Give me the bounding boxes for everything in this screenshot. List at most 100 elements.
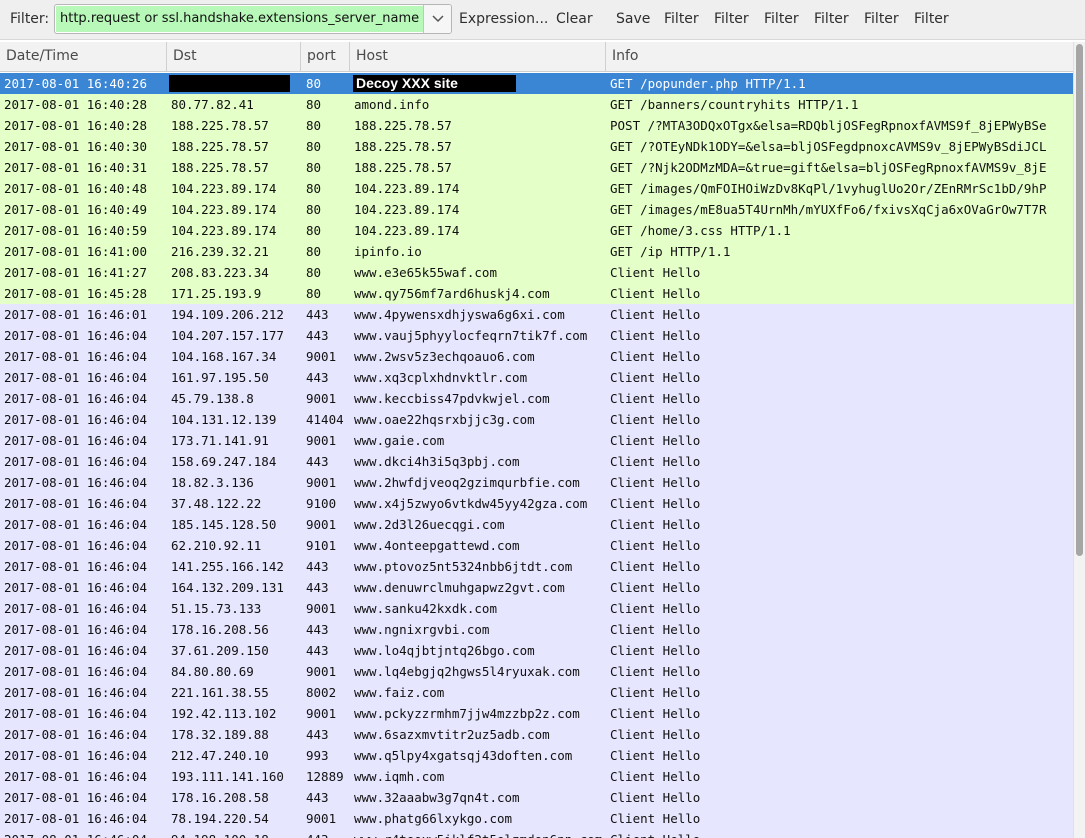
cell-port: 443 bbox=[306, 307, 329, 322]
cell-info: GET /home/3.css HTTP/1.1 bbox=[610, 223, 791, 238]
cell-host: www.e3e65k55waf.com bbox=[354, 265, 497, 280]
table-row[interactable]: 2017-08-01 16:41:00 216.239.32.21 80 ipinfo… bbox=[0, 241, 1073, 262]
table-row[interactable]: 2017-08-01 16:40:30 188.225.78.57 80 188.22… bbox=[0, 136, 1073, 157]
cell-info: Client Hello bbox=[610, 748, 701, 763]
table-row[interactable]: 2017-08-01 16:46:04 141.255.166.142 443 www… bbox=[0, 556, 1073, 577]
table-row[interactable]: 2017-08-01 16:46:04 51.15.73.133 9001 www.s… bbox=[0, 598, 1073, 619]
table-row[interactable]: 2017-08-01 16:46:04 164.132.209.131 443 www… bbox=[0, 577, 1073, 598]
cell-port: 443 bbox=[306, 328, 329, 343]
cell-dst: 194.109.206.212 bbox=[171, 307, 284, 322]
clear-button[interactable]: Clear bbox=[556, 11, 593, 27]
cell-host: www.sanku42kxdk.com bbox=[354, 601, 497, 616]
filter-button-1[interactable]: Filter bbox=[664, 11, 699, 27]
table-row[interactable]: 2017-08-01 16:46:04 161.97.195.50 443 www.x… bbox=[0, 367, 1073, 388]
cell-port: 9001 bbox=[306, 664, 337, 679]
filter-button-3[interactable]: Filter bbox=[764, 11, 799, 27]
table-row[interactable]: 2017-08-01 16:40:31 188.225.78.57 80 188.22… bbox=[0, 157, 1073, 178]
table-row[interactable]: 2017-08-01 16:46:04 37.48.122.22 9100 www.x… bbox=[0, 493, 1073, 514]
table-row[interactable]: 2017-08-01 16:46:0494.198.100.18 443 www.r… bbox=[0, 829, 1073, 838]
table-row[interactable]: 2017-08-01 16:40:28 188.225.78.57 80 188.22… bbox=[0, 115, 1073, 136]
table-row[interactable]: 2017-08-01 16:46:04 185.145.128.50 9001 www… bbox=[0, 514, 1073, 535]
table-row[interactable]: 2017-08-01 16:46:04 221.161.38.55 8002 www.… bbox=[0, 682, 1073, 703]
table-row[interactable]: 2017-08-01 16:46:04 173.71.141.91 9001 www.… bbox=[0, 430, 1073, 451]
table-row[interactable]: 2017-08-01 16:46:04 104.168.167.34 9001 www… bbox=[0, 346, 1073, 367]
table-row[interactable]: 2017-08-01 16:46:04 178.32.189.88 443 www.6… bbox=[0, 724, 1073, 745]
table-row[interactable]: 2017-08-01 16:46:04 212.47.240.10 993 www.q… bbox=[0, 745, 1073, 766]
display-filter-input[interactable] bbox=[56, 6, 425, 32]
cell-port: 80 bbox=[306, 76, 322, 91]
table-row[interactable]: 2017-08-01 16:46:04 18.82.3.136 9001 www.2h… bbox=[0, 472, 1073, 493]
filter-button-4[interactable]: Filter bbox=[814, 11, 849, 27]
cell-host: www.ngnixrgvbi.com bbox=[354, 622, 490, 637]
table-row[interactable]: 2017-08-01 16:46:04 45.79.138.8 9001 www.ke… bbox=[0, 388, 1073, 409]
cell-dst: 178.16.208.56 bbox=[171, 622, 269, 637]
table-row[interactable]: 2017-08-01 16:46:04 192.42.113.102 9001 www… bbox=[0, 703, 1073, 724]
cell-info: Client Hello bbox=[610, 391, 701, 406]
cell-info: Client Hello bbox=[610, 769, 701, 784]
cell-port: 9001 bbox=[306, 349, 337, 364]
cell-port: 443 bbox=[306, 622, 329, 637]
cell-info: POST /?MTA3ODQxOTgx&elsa=RDQbljOSFegRpno… bbox=[610, 118, 1047, 133]
cell-port: 9001 bbox=[306, 475, 337, 490]
filter-button-5[interactable]: Filter bbox=[864, 11, 899, 27]
table-row[interactable]: 2017-08-01 16:40:48 104.223.89.174 80 104.2… bbox=[0, 178, 1073, 199]
cell-dst: 188.225.78.57 bbox=[171, 160, 269, 175]
filter-button-2[interactable]: Filter bbox=[714, 11, 749, 27]
table-row[interactable]: 2017-08-01 16:46:04 84.80.80.69 9001 www.lq… bbox=[0, 661, 1073, 682]
table-row[interactable]: 2017-08-01 16:46:04 104.131.12.139 41404 ww… bbox=[0, 409, 1073, 430]
cell-datetime: 2017-08-01 16:46:04 bbox=[4, 517, 147, 532]
cell-host: www.oae22hqsrxbjjc3g.com bbox=[354, 412, 535, 427]
cell-host: 104.223.89.174 bbox=[354, 181, 460, 196]
filter-button-6[interactable]: Filter bbox=[914, 11, 949, 27]
cell-port: 41404 bbox=[306, 412, 344, 427]
cell-dst: 171.25.193.9 bbox=[171, 286, 262, 301]
cell-port: 80 bbox=[306, 265, 322, 280]
table-row[interactable]: 2017-08-01 16:46:04 178.16.208.58 443 www.3… bbox=[0, 787, 1073, 808]
table-row[interactable]: 2017-08-01 16:46:04 37.61.209.150 443 www.l… bbox=[0, 640, 1073, 661]
cell-dst: 158.69.247.184 bbox=[171, 454, 277, 469]
table-row[interactable]: 2017-08-01 16:40:28 80.77.82.41 80 amond.in… bbox=[0, 94, 1073, 115]
cell-host: www.pckyzzrmhm7jjw4mzzbp2z.com bbox=[354, 706, 580, 721]
save-button[interactable]: Save bbox=[616, 11, 650, 27]
cell-datetime: 2017-08-01 16:46:04 bbox=[4, 685, 147, 700]
scrollbar-thumb[interactable] bbox=[1076, 44, 1083, 556]
cell-info: Client Hello bbox=[610, 685, 701, 700]
table-row[interactable]: 2017-08-01 16:46:04 78.194.220.54 9001 www.… bbox=[0, 808, 1073, 829]
cell-host: 188.225.78.57 bbox=[354, 139, 452, 154]
cell-datetime: 2017-08-01 16:40:28 bbox=[4, 118, 147, 133]
cell-dst: 212.47.240.10 bbox=[171, 748, 269, 763]
column-header-datetime[interactable]: Date/Time bbox=[0, 42, 167, 71]
cell-info: Client Hello bbox=[610, 517, 701, 532]
table-row[interactable]: 2017-08-01 16:46:01 194.109.206.212 443 www… bbox=[0, 304, 1073, 325]
table-row[interactable]: 2017-08-01 16:46:04 158.69.247.184 443 www.… bbox=[0, 451, 1073, 472]
column-header-info[interactable]: Info bbox=[606, 42, 1073, 71]
expression-button[interactable]: Expression... bbox=[459, 11, 548, 27]
table-row[interactable]: 2017-08-01 16:46:04 104.207.157.177 443 www… bbox=[0, 325, 1073, 346]
cell-datetime: 2017-08-01 16:46:04 bbox=[4, 349, 147, 364]
cell-info: Client Hello bbox=[610, 538, 701, 553]
table-row[interactable]: 2017-08-01 16:40:59 104.223.89.174 80 104.2… bbox=[0, 220, 1073, 241]
table-row[interactable]: 2017-08-01 16:41:27 208.83.223.34 80 www.e3… bbox=[0, 262, 1073, 283]
filter-history-dropdown[interactable] bbox=[423, 5, 451, 33]
column-header-dst[interactable]: Dst bbox=[167, 42, 301, 71]
table-row[interactable]: 2017-08-01 16:46:04 193.111.141.160 12889 w… bbox=[0, 766, 1073, 787]
table-row[interactable]: 2017-08-01 16:45:28 171.25.193.9 80 www.qy7… bbox=[0, 283, 1073, 304]
cell-dst: 80.77.82.41 bbox=[171, 97, 254, 112]
cell-host: www.lo4qjbtjntq26bgo.com bbox=[354, 643, 535, 658]
cell-host: 188.225.78.57 bbox=[354, 118, 452, 133]
cell-dst: 51.15.73.133 bbox=[171, 601, 262, 616]
cell-info: GET /banners/countryhits HTTP/1.1 bbox=[610, 97, 859, 112]
cell-port: 80 bbox=[306, 139, 322, 154]
column-header-host[interactable]: Host bbox=[350, 42, 606, 71]
column-header-port[interactable]: port bbox=[301, 42, 350, 71]
cell-datetime: 2017-08-01 16:46:04 bbox=[4, 643, 147, 658]
vertical-scrollbar[interactable] bbox=[1073, 42, 1085, 838]
table-row[interactable]: 2017-08-01 16:46:04 62.210.92.11 9101 www.4… bbox=[0, 535, 1073, 556]
cell-port: 80 bbox=[306, 223, 322, 238]
cell-datetime: 2017-08-01 16:46:04 bbox=[4, 664, 147, 679]
table-row[interactable]: 2017-08-01 16:40:49 104.223.89.174 80 104.2… bbox=[0, 199, 1073, 220]
cell-dst: 192.42.113.102 bbox=[171, 706, 277, 721]
display-filter-box[interactable] bbox=[54, 4, 452, 34]
table-row[interactable]: 2017-08-01 16:40:26 80 GET /popunder.php H… bbox=[0, 73, 1073, 94]
table-row[interactable]: 2017-08-01 16:46:04 178.16.208.56 443 www.n… bbox=[0, 619, 1073, 640]
